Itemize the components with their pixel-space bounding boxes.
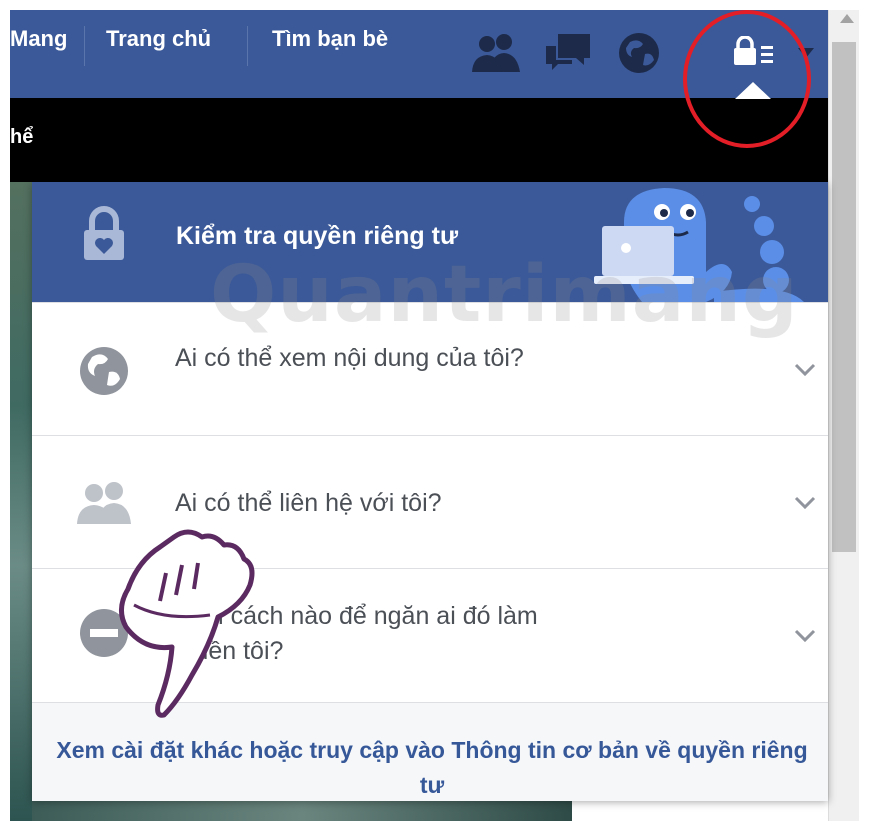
globe-icon	[80, 347, 128, 395]
background-photo-bottom	[32, 800, 572, 821]
more-settings-link[interactable]: Xem cài đặt khác hoặc truy cập vào Thông…	[52, 733, 812, 803]
lock-icon	[84, 206, 124, 260]
annotation-circle	[683, 10, 811, 148]
nav-item-home[interactable]: Trang chủ	[106, 26, 211, 52]
nav-item-mang[interactable]: Mang	[10, 26, 70, 52]
messages-icon[interactable]	[544, 32, 594, 74]
background-text-fragment: hể	[10, 126, 34, 148]
page: hể Mang Trang chủ Tìm bạn bè Kiểm tra qu…	[0, 0, 870, 821]
friends-icon[interactable]	[470, 32, 522, 74]
people-icon	[77, 482, 131, 524]
pointing-hand-icon	[119, 529, 255, 718]
nav-divider	[247, 26, 248, 66]
menu-item-label: Ai có thể liên hệ với tôi?	[175, 489, 442, 517]
nav-item-find-friends[interactable]: Tìm bạn bè	[272, 26, 388, 52]
chevron-down-icon[interactable]	[794, 629, 816, 643]
watermark-text: Quantrimang	[210, 250, 799, 340]
chevron-down-icon[interactable]	[794, 496, 816, 510]
chevron-down-icon[interactable]	[794, 363, 816, 377]
scroll-up-arrow-icon[interactable]	[840, 14, 854, 23]
notifications-globe-icon[interactable]	[616, 30, 662, 76]
privacy-checkup-title: Kiểm tra quyền riêng tư	[176, 222, 459, 250]
menu-item-label: Ai có thể xem nội dung của tôi?	[175, 344, 524, 372]
nav-divider	[84, 26, 85, 66]
background-photo-left	[10, 182, 32, 821]
scrollbar-thumb[interactable]	[832, 42, 856, 552]
